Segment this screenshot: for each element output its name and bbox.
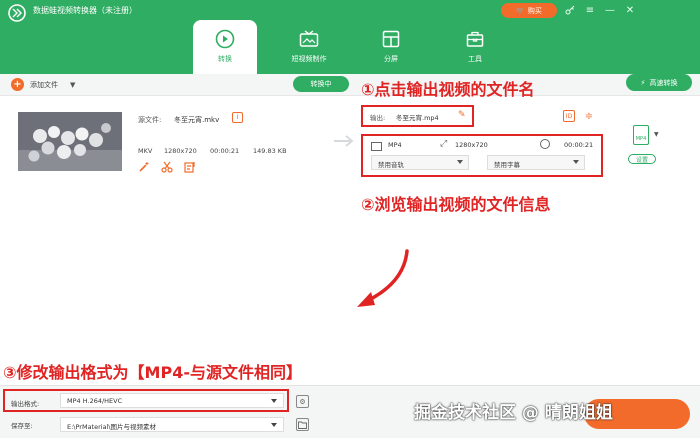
app-title: 数据蛙视频转换器（未注册） [33,6,137,15]
tab-label: 工具 [468,55,482,63]
arrow-right-icon [334,135,354,147]
converting-filter-button[interactable]: 转换中 [293,76,349,92]
add-file-label: 添加文件 [30,80,58,89]
tab-split-screen[interactable]: 分屏 [359,20,423,74]
tv-icon [298,28,320,50]
title-bar: 数据蛙视频转换器（未注册） 🛒 购买 ≡ — ✕ 转换 短视频制作 分屏 工具 [0,0,700,74]
add-file-button[interactable]: + 添加文件 ▼ [11,78,75,91]
merge-icon[interactable]: ≑ [583,110,595,122]
save-path-value: E:\PrMaterial\图片与视频素材 [67,423,157,431]
chevron-down-icon [457,160,463,164]
output-duration: 00:00:21 [564,141,594,149]
annotation-step1: ①点击输出视频的文件名 [361,80,535,99]
save-path-select[interactable]: E:\PrMaterial\图片与视频素材 [60,417,284,432]
scissors-icon[interactable] [161,161,173,173]
output-format-value: MP4 H.264/HEVC [67,397,123,405]
clock-icon [540,139,550,149]
chevron-down-icon[interactable]: ▼ [654,131,659,138]
output-filename[interactable]: 冬至元宵.mp4 [396,112,439,122]
annotation-step2: ②浏览输出视频的文件信息 [361,195,551,214]
edit-tools [138,161,196,173]
buy-button[interactable]: 🛒 购买 [501,3,557,18]
convert-icon [214,28,236,50]
chevron-down-icon [271,399,277,403]
folder-icon[interactable] [296,418,309,431]
key-icon[interactable] [563,3,577,17]
chevron-down-icon [271,423,277,427]
output-format-icon[interactable]: MP4 [633,125,649,145]
output-resolution: 1280x720 [455,141,488,149]
chevron-down-icon[interactable]: ▼ [70,81,75,89]
video-thumbnail[interactable] [18,112,122,171]
expand-icon: ⤢ [440,139,448,149]
source-size: 149.83 KB [253,147,287,155]
toolbox-icon [464,28,486,50]
menu-icon[interactable]: ≡ [583,3,597,17]
tab-label: 分屏 [384,55,398,63]
output-tool-icons: ID ≑ [563,110,595,122]
audio-track-value: 禁用音轨 [378,161,404,169]
lightning-icon: ⚡ [640,78,646,87]
window-controls: ≡ — ✕ [563,3,637,17]
output-filename-box[interactable]: 输出: 冬至元宵.mp4 ✎ [361,105,474,127]
source-format: MKV [138,147,153,155]
buy-label: 购买 [527,6,542,15]
output-format: MP4 [388,141,402,149]
plus-icon: + [11,78,24,91]
cart-icon: 🛒 [516,6,525,15]
id-card-icon[interactable]: ID [563,110,575,122]
fast-convert-label: 高速转换 [649,78,678,87]
source-file-label: 源文件: [138,116,162,124]
tab-short-video[interactable]: 短视频制作 [277,20,341,74]
settings-button[interactable]: 设置 [628,154,656,164]
watermark-text: 掘金技术社区 @ 晴朗姐姐 [414,403,613,423]
subtitle-edit-icon[interactable] [184,161,196,173]
minimize-icon[interactable]: — [603,3,617,17]
info-icon[interactable]: i [232,112,243,123]
chevron-down-icon [573,160,579,164]
tab-convert[interactable]: 转换 [193,20,257,74]
output-info-box: MP4 ⤢ 1280x720 00:00:21 禁用音轨 禁用字幕 [361,134,603,177]
fast-convert-button[interactable]: ⚡ 高速转换 [626,74,692,91]
format-settings-icon[interactable]: ⚙ [296,395,309,408]
tab-tools[interactable]: 工具 [443,20,507,74]
tab-label: 短视频制作 [291,55,327,63]
app-logo-icon [8,4,26,22]
audio-track-select[interactable]: 禁用音轨 [371,155,469,170]
save-to-label: 保存至: [11,422,33,430]
output-label: 输出: [370,114,386,122]
annotation-arrow-icon [357,249,409,307]
subtitle-select[interactable]: 禁用字幕 [487,155,585,170]
source-resolution: 1280x720 [164,147,197,155]
output-format-select[interactable]: MP4 H.264/HEVC [60,393,284,408]
source-file-name: 冬至元宵.mkv [174,116,220,124]
magic-wand-icon[interactable] [138,161,150,173]
toolbar: + 添加文件 ▼ 转换中 ⚡ 高速转换 [0,74,700,96]
close-icon[interactable]: ✕ [623,3,637,17]
subtitle-value: 禁用字幕 [494,161,520,169]
annotation-step3: ③修改输出格式为【MP4-与源文件相同】 [3,363,302,382]
tab-label: 转换 [218,55,232,63]
film-icon [371,142,382,151]
source-duration: 00:00:21 [210,147,240,155]
split-screen-icon [380,28,402,50]
pencil-icon[interactable]: ✎ [458,110,466,120]
output-format-badge: MP4 [635,136,647,142]
